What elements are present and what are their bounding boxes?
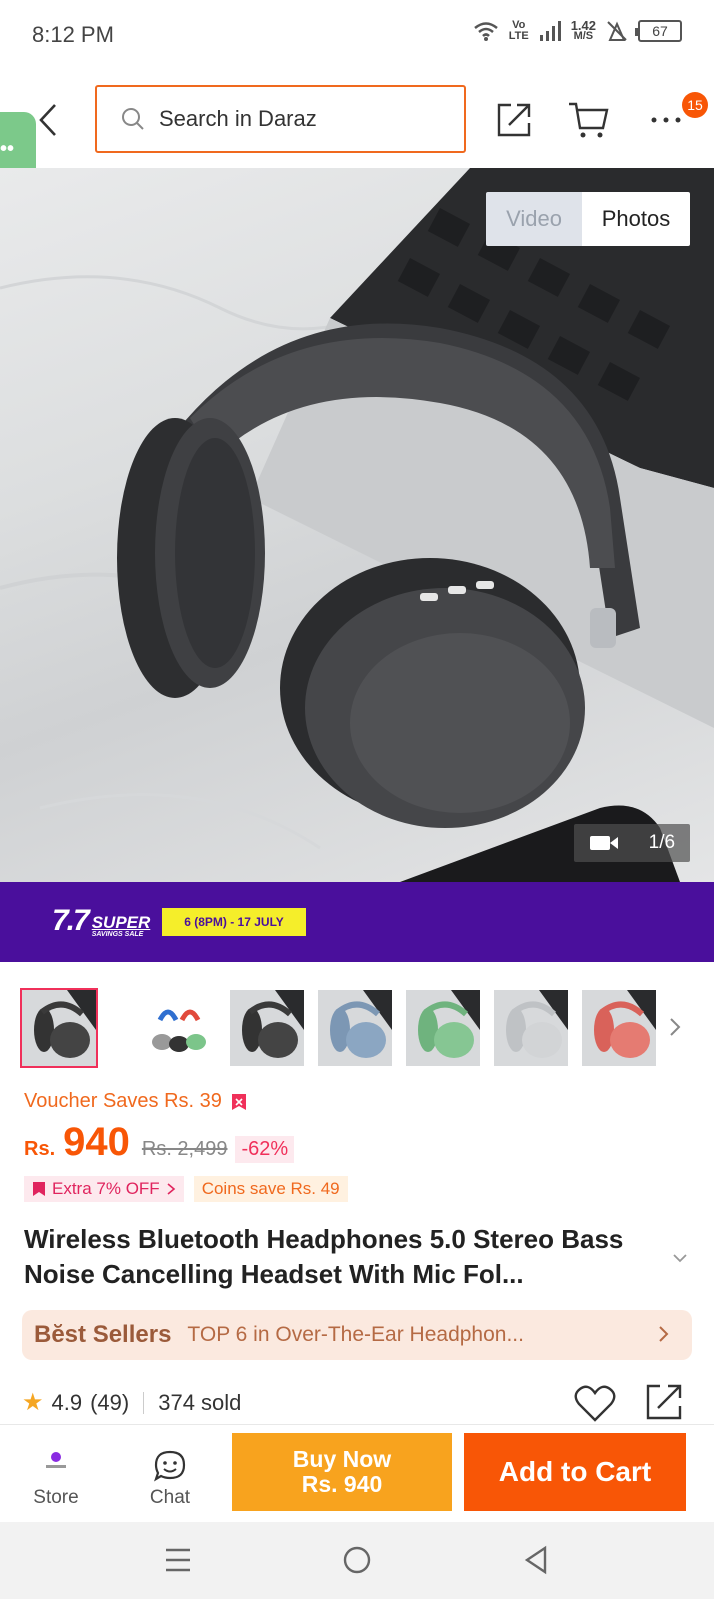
- recent-apps-button[interactable]: [158, 1540, 198, 1580]
- star-icon: ★: [22, 1389, 44, 1416]
- original-price: Rs. 2,499: [141, 1138, 228, 1160]
- system-nav-bar: [0, 1522, 714, 1599]
- thumbnail-red[interactable]: [582, 990, 656, 1066]
- heart-icon: [574, 1385, 616, 1422]
- buy-now-price: Rs. 940: [301, 1471, 383, 1497]
- store-logo-icon: [46, 1452, 66, 1468]
- image-counter[interactable]: 1/6: [574, 824, 690, 862]
- home-circle-icon: [343, 1546, 371, 1574]
- voucher-text: Voucher Saves Rs. 39: [24, 1090, 222, 1112]
- network-speed: 1.42 M/S: [570, 18, 596, 42]
- rating-row[interactable]: ★ 4.9 (49) 374 sold: [22, 1388, 241, 1417]
- wishlist-button[interactable]: [574, 1384, 616, 1424]
- tab-video[interactable]: Video: [486, 192, 582, 246]
- menu-icon: [166, 1548, 190, 1572]
- search-icon: [122, 108, 144, 130]
- price-row: Rs. 940 Rs. 2,499 -62%: [24, 1120, 295, 1165]
- best-sellers-text: TOP 6 in Over-The-Ear Headphon...: [187, 1323, 524, 1346]
- cart-icon: [569, 102, 609, 138]
- thumbnail-blue[interactable]: [318, 990, 392, 1066]
- thumbnail-green[interactable]: [406, 990, 480, 1066]
- product-photo: [0, 168, 714, 882]
- thumbnail-color-set[interactable]: [142, 990, 216, 1066]
- sold-count: 374 sold: [158, 1389, 242, 1415]
- header: Search in Daraz 15: [0, 72, 714, 168]
- buy-now-button[interactable]: Buy Now Rs. 940: [232, 1433, 452, 1511]
- back-nav-button[interactable]: [516, 1540, 556, 1580]
- more-icon: [651, 117, 681, 123]
- home-button[interactable]: [337, 1540, 377, 1580]
- thumbnail-strip: [20, 988, 672, 1068]
- cart-button[interactable]: [566, 98, 610, 142]
- action-bar: Store Chat Buy Now Rs. 940 Add to Cart: [0, 1424, 714, 1522]
- back-triangle-icon: [524, 1545, 547, 1575]
- image-counter-text: 1/6: [648, 832, 676, 853]
- store-button[interactable]: Store: [20, 1431, 92, 1515]
- search-input[interactable]: Search in Daraz: [95, 85, 466, 153]
- chevron-left-icon: [39, 104, 56, 136]
- best-sellers-bar[interactable]: Bĕst Sellers TOP 6 in Over-The-Ear Headp…: [22, 1310, 692, 1360]
- search-placeholder: Search in Daraz: [159, 106, 317, 131]
- tab-photos[interactable]: Photos: [582, 192, 690, 246]
- best-sellers-label: Bĕst Sellers: [34, 1321, 172, 1348]
- rating-count: (49): [90, 1389, 130, 1415]
- store-label: Store: [33, 1487, 79, 1508]
- chat-icon: [154, 1450, 186, 1482]
- price-currency: Rs.: [24, 1138, 56, 1160]
- expand-title-button[interactable]: [672, 1250, 688, 1268]
- notification-badge: 15: [682, 92, 708, 118]
- share-product-button[interactable]: [644, 1382, 688, 1426]
- extra-off-chip[interactable]: Extra 7% OFF: [24, 1176, 184, 1202]
- voucher-icon: [33, 1182, 45, 1196]
- share-button[interactable]: [492, 98, 536, 142]
- product-title: Wireless Bluetooth Headphones 5.0 Stereo…: [24, 1224, 624, 1289]
- buy-now-label: Buy Now: [292, 1446, 392, 1472]
- discount-badge: -62%: [235, 1136, 295, 1163]
- thumbnail-black-2[interactable]: [230, 990, 304, 1066]
- chevron-right-icon: [659, 1326, 669, 1342]
- campaign-date: 6 (8PM) - 17 JULY: [162, 908, 306, 936]
- thumbnail-silver[interactable]: [494, 990, 568, 1066]
- share-icon: [646, 1384, 682, 1420]
- chat-label: Chat: [149, 1487, 191, 1508]
- chevron-down-icon: [673, 1254, 687, 1263]
- thumbnail-black[interactable]: [20, 988, 98, 1068]
- add-to-cart-button[interactable]: Add to Cart: [464, 1433, 686, 1511]
- product-image[interactable]: Video Photos 1/6: [0, 168, 714, 882]
- chevron-right-icon: [167, 1183, 175, 1195]
- chat-button[interactable]: Chat: [134, 1431, 206, 1515]
- voucher-icon: [231, 1093, 246, 1110]
- status-time: 8:12 PM: [32, 22, 114, 47]
- media-toggle: Video Photos: [486, 192, 690, 246]
- price-value: 940: [63, 1120, 130, 1164]
- battery-icon: 67: [635, 20, 682, 42]
- campaign-banner[interactable]: 7.7 SUPER SAVINGS SALE 6 (8PM) - 17 JULY: [0, 882, 714, 962]
- thumbnail-next-button[interactable]: [668, 1016, 688, 1042]
- voucher-info[interactable]: Voucher Saves Rs. 39: [24, 1090, 248, 1113]
- status-icons: Vo LTE 1.42 M/S 67: [473, 18, 682, 42]
- status-bar: 8:12 PM Vo LTE 1.42 M/S 67: [0, 0, 714, 72]
- video-camera-icon: [589, 836, 618, 850]
- chevron-right-icon: [670, 1018, 681, 1036]
- signal-icon: [539, 21, 561, 41]
- coins-chip[interactable]: Coins save Rs. 49: [193, 1176, 348, 1202]
- share-icon: [497, 103, 531, 137]
- network-type: Vo LTE: [508, 19, 529, 42]
- promo-row: Extra 7% OFF Coins save Rs. 49: [24, 1176, 348, 1202]
- rating-score: 4.9: [51, 1389, 83, 1415]
- campaign-logo: 7.7 SUPER SAVINGS SALE: [52, 904, 151, 938]
- alert-icon: [607, 21, 627, 41]
- divider: [143, 1391, 145, 1414]
- wifi-icon: [473, 22, 498, 41]
